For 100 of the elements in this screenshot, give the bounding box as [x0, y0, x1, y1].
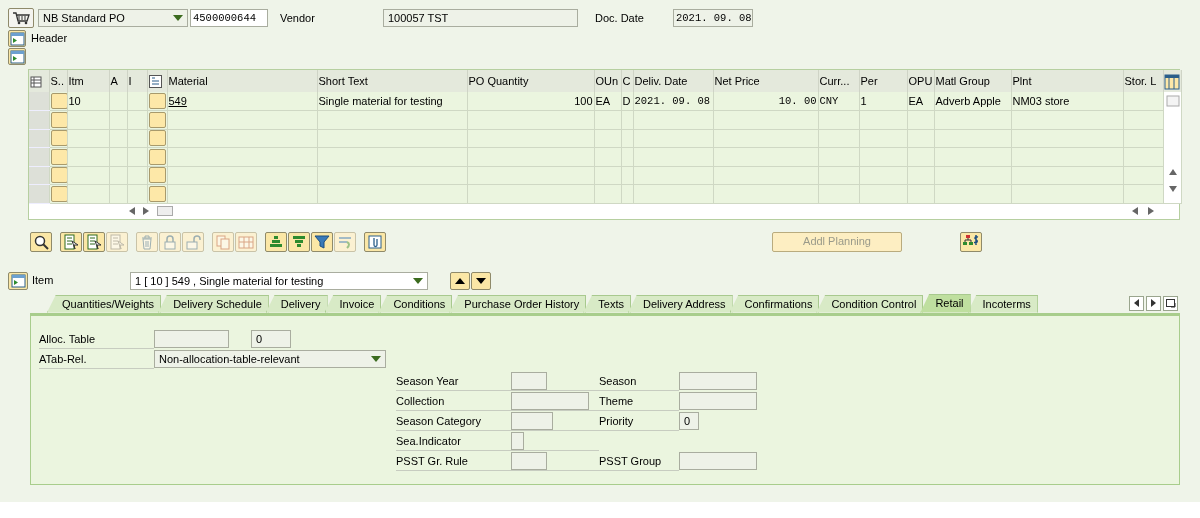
tab-list-button[interactable] [1163, 295, 1178, 311]
po-number-field[interactable]: 4500000644 [190, 9, 268, 27]
status-button[interactable] [50, 93, 66, 109]
toolbar-button[interactable] [60, 231, 82, 252]
input-field[interactable]: 0 [679, 411, 699, 430]
caret-icon [371, 356, 381, 362]
copy-icon [215, 233, 231, 250]
input-field[interactable] [679, 391, 757, 410]
tab[interactable]: Texts [583, 294, 631, 313]
status-button[interactable] [50, 167, 66, 184]
doc-date-field[interactable]: 2021. 09. 08 [673, 9, 753, 27]
unlock-icon [185, 233, 201, 250]
column-header[interactable]: Plnt [1012, 74, 1032, 87]
down-arrow-icon [1168, 186, 1177, 192]
toolbar-button[interactable] [83, 231, 105, 252]
toolbar-button[interactable] [30, 231, 52, 252]
vendor-label: Vendor [280, 10, 316, 26]
left-arrow-icon [1132, 207, 1138, 215]
tab[interactable]: Condition Control [816, 294, 924, 313]
status-button[interactable] [50, 111, 66, 128]
trash-icon [139, 233, 155, 250]
material-link[interactable]: 549 [168, 94, 187, 107]
table-cell: EA [908, 94, 924, 107]
alloc-table-field[interactable] [154, 330, 229, 348]
column-header[interactable]: I [128, 74, 132, 87]
up-arrow-icon [1168, 169, 1177, 175]
input-field[interactable] [511, 371, 547, 390]
column-icon [148, 75, 162, 89]
doc-type-dropdown[interactable]: NB Standard PO [38, 9, 188, 27]
table-cell: 1 [860, 94, 867, 107]
panel-icon [10, 273, 26, 288]
right-arrow-icon [143, 207, 149, 215]
header-label: Header [31, 31, 68, 47]
status-button[interactable] [50, 130, 66, 147]
item-label: Item [32, 273, 55, 289]
column-header[interactable]: Material [168, 74, 208, 87]
tab[interactable]: Conditions [378, 294, 453, 313]
alloc-number-field[interactable]: 0 [251, 330, 291, 348]
status-button[interactable] [50, 148, 66, 165]
scroll-thumb-icon [157, 206, 173, 216]
document-arrow-icon [86, 233, 102, 250]
document-arrow-icon [109, 233, 125, 250]
caret-icon [173, 15, 183, 21]
column-header[interactable]: Short Text [318, 74, 368, 87]
table-cell: NM03 store [1012, 94, 1070, 107]
value-help-button[interactable] [148, 93, 166, 109]
tab[interactable]: Delivery Schedule [158, 294, 269, 313]
table-settings-icon [30, 75, 42, 88]
tab[interactable]: Delivery [265, 294, 328, 313]
input-field[interactable] [511, 411, 553, 430]
value-help-button[interactable] [148, 185, 166, 202]
table-cell: Adverb Apple [935, 94, 1001, 107]
bars-icon [268, 233, 284, 250]
grid-icon [238, 233, 254, 250]
input-field[interactable] [511, 391, 589, 410]
table-cell: 10 [68, 94, 81, 107]
input-field[interactable] [511, 431, 524, 450]
next-item-button[interactable] [471, 271, 491, 290]
value-help-button[interactable] [148, 130, 166, 147]
value-help-button[interactable] [148, 167, 166, 184]
tab[interactable]: Retail [920, 293, 971, 313]
tab[interactable]: Invoice [324, 294, 382, 313]
tab[interactable]: Purchase Order History [449, 294, 587, 313]
atab-rel-dropdown[interactable]: Non-allocation-table-relevant [154, 350, 386, 368]
lock-icon [162, 233, 178, 250]
tab[interactable]: Delivery Address [628, 294, 733, 313]
down-arrow-icon [476, 277, 486, 284]
cart-icon [12, 11, 30, 25]
right-arrow-icon [1148, 207, 1154, 215]
panel-icon [9, 49, 25, 64]
vendor-field[interactable]: 100057 TST [383, 9, 578, 27]
previous-item-button[interactable] [450, 271, 470, 290]
tab[interactable]: Confirmations [729, 294, 820, 313]
input-field[interactable] [679, 451, 757, 470]
value-help-button[interactable] [148, 111, 166, 128]
input-field[interactable] [679, 371, 757, 390]
toolbar-button[interactable] [960, 231, 982, 252]
toggle-panel-button[interactable] [8, 271, 28, 290]
toggle-panel-button[interactable] [8, 48, 26, 65]
input-field[interactable] [511, 451, 547, 470]
table-cell: CNY [819, 95, 839, 108]
value-help-button[interactable] [148, 148, 166, 165]
scroll-tabs-right-button[interactable] [1146, 295, 1161, 311]
toolbar-button[interactable] [311, 231, 333, 252]
cart-button[interactable] [8, 8, 34, 28]
table-cell: 2021. 09. 08 [634, 95, 711, 108]
scroll-tabs-left-button[interactable] [1129, 295, 1144, 311]
clip-icon [367, 233, 383, 250]
table-cell: Single material for testing [318, 94, 443, 107]
table-cell: 100 [574, 94, 593, 107]
tab[interactable]: Quantities/Weights [47, 294, 162, 313]
item-dropdown[interactable]: 1 [ 10 ] 549 , Single material for testing [130, 271, 428, 290]
table-cell: D [622, 94, 631, 107]
magnifier-icon [33, 233, 49, 250]
list-icon [1165, 298, 1176, 308]
status-button[interactable] [50, 185, 66, 202]
up-arrow-icon [455, 277, 465, 284]
doc-date-label: Doc. Date [595, 10, 645, 26]
filter-icon [314, 233, 330, 250]
expand-header-button[interactable] [8, 30, 26, 47]
